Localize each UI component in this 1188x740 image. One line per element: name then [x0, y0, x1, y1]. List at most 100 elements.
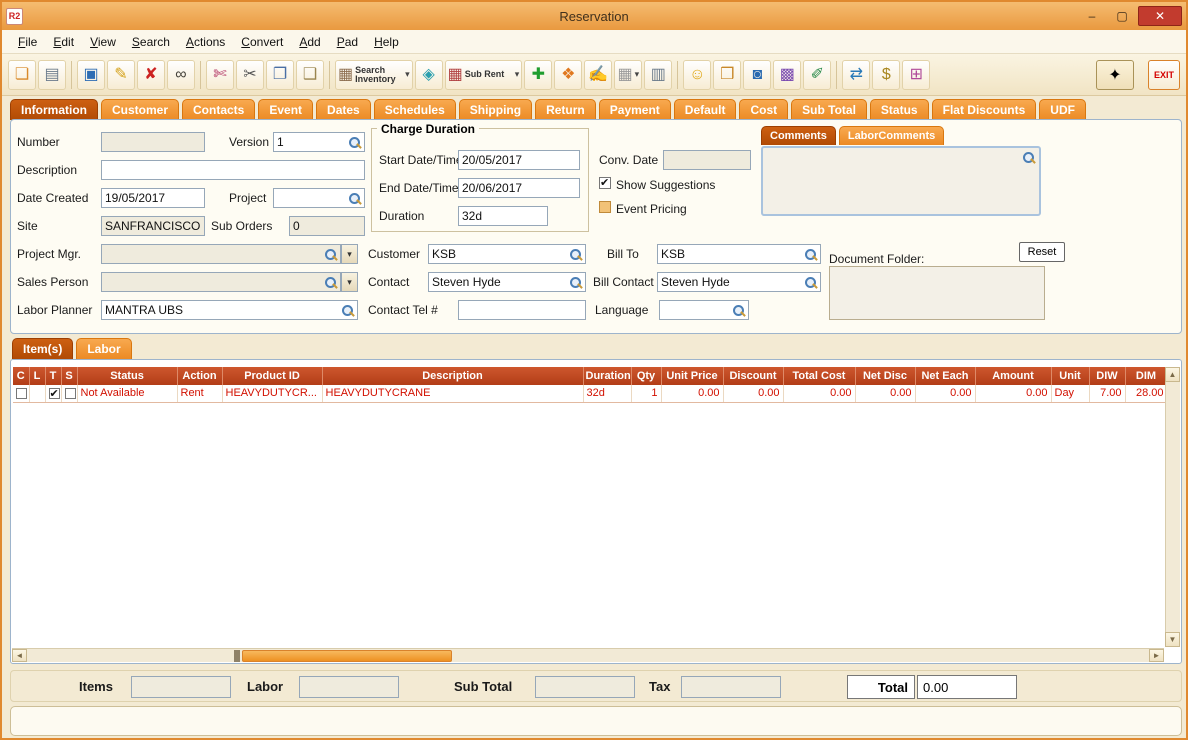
checkbox-cell[interactable] [61, 385, 77, 402]
row-checkbox-checked[interactable] [49, 388, 60, 399]
tab-return[interactable]: Return [535, 99, 596, 120]
column-header-action[interactable]: Action [177, 367, 222, 385]
menu-item-convert[interactable]: Convert [233, 32, 291, 52]
menu-item-file[interactable]: File [10, 32, 45, 52]
vertical-scrollbar[interactable]: ▲ ▼ [1165, 367, 1180, 647]
tab-event[interactable]: Event [258, 99, 313, 120]
version-field[interactable]: 1 [273, 132, 365, 152]
find-binoculars-icon[interactable]: ∞ [167, 60, 195, 90]
products-cube-icon[interactable]: ▩ [773, 60, 801, 90]
column-header-diw[interactable]: DIW [1089, 367, 1125, 385]
customer-smiley-icon[interactable]: ☺ [683, 60, 711, 90]
column-header-s[interactable]: S [61, 367, 77, 385]
scroll-left-button[interactable]: ◄ [12, 649, 27, 662]
tab-schedules[interactable]: Schedules [374, 99, 456, 120]
ship-disc-icon[interactable]: ◙ [743, 60, 771, 90]
tab-payment[interactable]: Payment [599, 99, 671, 120]
comments-box[interactable] [761, 146, 1041, 216]
horizontal-scrollbar[interactable]: ◄ ► [12, 648, 1164, 662]
column-header-l[interactable]: L [29, 367, 45, 385]
date-created-field[interactable]: 19/05/2017 [101, 188, 205, 208]
scroll-right-button[interactable]: ► [1149, 649, 1164, 662]
column-header-net-disc[interactable]: Net Disc [855, 367, 915, 385]
inventory-drop-icon[interactable]: ◈ [415, 60, 443, 90]
end-date-field[interactable]: 20/06/2017 [458, 178, 580, 198]
column-header-amount[interactable]: Amount [975, 367, 1051, 385]
tab-cost[interactable]: Cost [739, 99, 788, 120]
paste-icon[interactable]: ❑ [296, 60, 324, 90]
project-mgr-field[interactable] [101, 244, 341, 264]
tab-contacts[interactable]: Contacts [182, 99, 255, 120]
print-report-icon[interactable]: ▥ [644, 60, 672, 90]
project-mgr-dropdown[interactable]: ▾ [341, 244, 358, 264]
column-header-t[interactable]: T [45, 367, 61, 385]
start-date-field[interactable]: 20/05/2017 [458, 150, 580, 170]
menu-item-search[interactable]: Search [124, 32, 178, 52]
summary-total-field[interactable]: 0.00 [917, 675, 1017, 699]
duration-field[interactable]: 32d [458, 206, 548, 226]
scroll-up-button[interactable]: ▲ [1165, 367, 1180, 382]
tab-shipping[interactable]: Shipping [459, 99, 532, 120]
tab-default[interactable]: Default [674, 99, 737, 120]
column-header-unit-price[interactable]: Unit Price [661, 367, 723, 385]
labor-planner-field[interactable]: MANTRA UBS [101, 300, 358, 320]
column-header-discount[interactable]: Discount [723, 367, 783, 385]
search-icon[interactable] [348, 192, 361, 205]
sales-person-field[interactable] [101, 272, 341, 292]
column-header-description[interactable]: Description [322, 367, 583, 385]
tab-dates[interactable]: Dates [316, 99, 371, 120]
tab-customer[interactable]: Customer [101, 99, 179, 120]
cut-special-icon[interactable]: ✄ [206, 60, 234, 90]
search-icon[interactable] [804, 248, 817, 261]
checkbox-cell[interactable] [13, 385, 29, 402]
wand-icon[interactable]: ✦ [1096, 60, 1134, 90]
project-field[interactable] [273, 188, 365, 208]
menu-item-edit[interactable]: Edit [45, 32, 82, 52]
number-field[interactable] [101, 132, 205, 152]
save-icon[interactable]: ▣ [77, 60, 105, 90]
reset-button[interactable]: Reset [1019, 242, 1065, 262]
column-header-duration[interactable]: Duration [583, 367, 631, 385]
search-icon[interactable] [341, 304, 354, 317]
row-checkbox[interactable] [16, 388, 27, 399]
menu-item-pad[interactable]: Pad [329, 32, 366, 52]
dropdown-arrow-icon[interactable]: ▾ [515, 69, 520, 80]
search-inventory-button[interactable]: ▦Search Inventory▾ [335, 60, 413, 90]
add-item-icon[interactable]: ✚ [524, 60, 552, 90]
search-icon[interactable] [348, 136, 361, 149]
column-header-status[interactable]: Status [77, 367, 177, 385]
tab-comments[interactable]: Comments [761, 126, 836, 145]
menu-item-help[interactable]: Help [366, 32, 407, 52]
refresh-icon[interactable]: ⇄ [842, 60, 870, 90]
menu-item-add[interactable]: Add [291, 32, 328, 52]
note-edit-icon[interactable]: ✍ [584, 60, 612, 90]
menu-item-view[interactable]: View [82, 32, 124, 52]
summary-labor-field[interactable] [299, 676, 399, 698]
menu-item-actions[interactable]: Actions [178, 32, 233, 52]
column-header-unit[interactable]: Unit [1051, 367, 1089, 385]
exit-button[interactable]: EXIT [1148, 60, 1180, 90]
horizontal-scroll-thumb[interactable] [242, 650, 452, 662]
summary-subtotal-field[interactable] [535, 676, 635, 698]
description-field[interactable] [101, 160, 365, 180]
column-header-qty[interactable]: Qty [631, 367, 661, 385]
column-splitter-handle[interactable] [234, 650, 240, 662]
cart-icon[interactable]: ⊞ [902, 60, 930, 90]
column-header-product-id[interactable]: Product ID [222, 367, 322, 385]
edit-doc-icon[interactable]: ✐ [803, 60, 831, 90]
tab-sub-total[interactable]: Sub Total [791, 99, 867, 120]
language-field[interactable] [659, 300, 749, 320]
cut-icon[interactable]: ✂ [236, 60, 264, 90]
customer-field[interactable]: KSB [428, 244, 586, 264]
print-icon[interactable]: ▤ [38, 60, 66, 90]
row-checkbox[interactable] [65, 388, 76, 399]
scroll-down-button[interactable]: ▼ [1165, 632, 1180, 647]
package-icon[interactable]: ❒ [713, 60, 741, 90]
event-pricing-checkbox[interactable] [599, 201, 611, 213]
search-icon[interactable] [569, 248, 582, 261]
payment-dollar-icon[interactable]: $ [872, 60, 900, 90]
search-icon[interactable] [1022, 151, 1035, 164]
tab-flat-discounts[interactable]: Flat Discounts [932, 99, 1037, 120]
column-header-dim[interactable]: DIM [1125, 367, 1167, 385]
site-field[interactable]: SANFRANCISCO [101, 216, 205, 236]
